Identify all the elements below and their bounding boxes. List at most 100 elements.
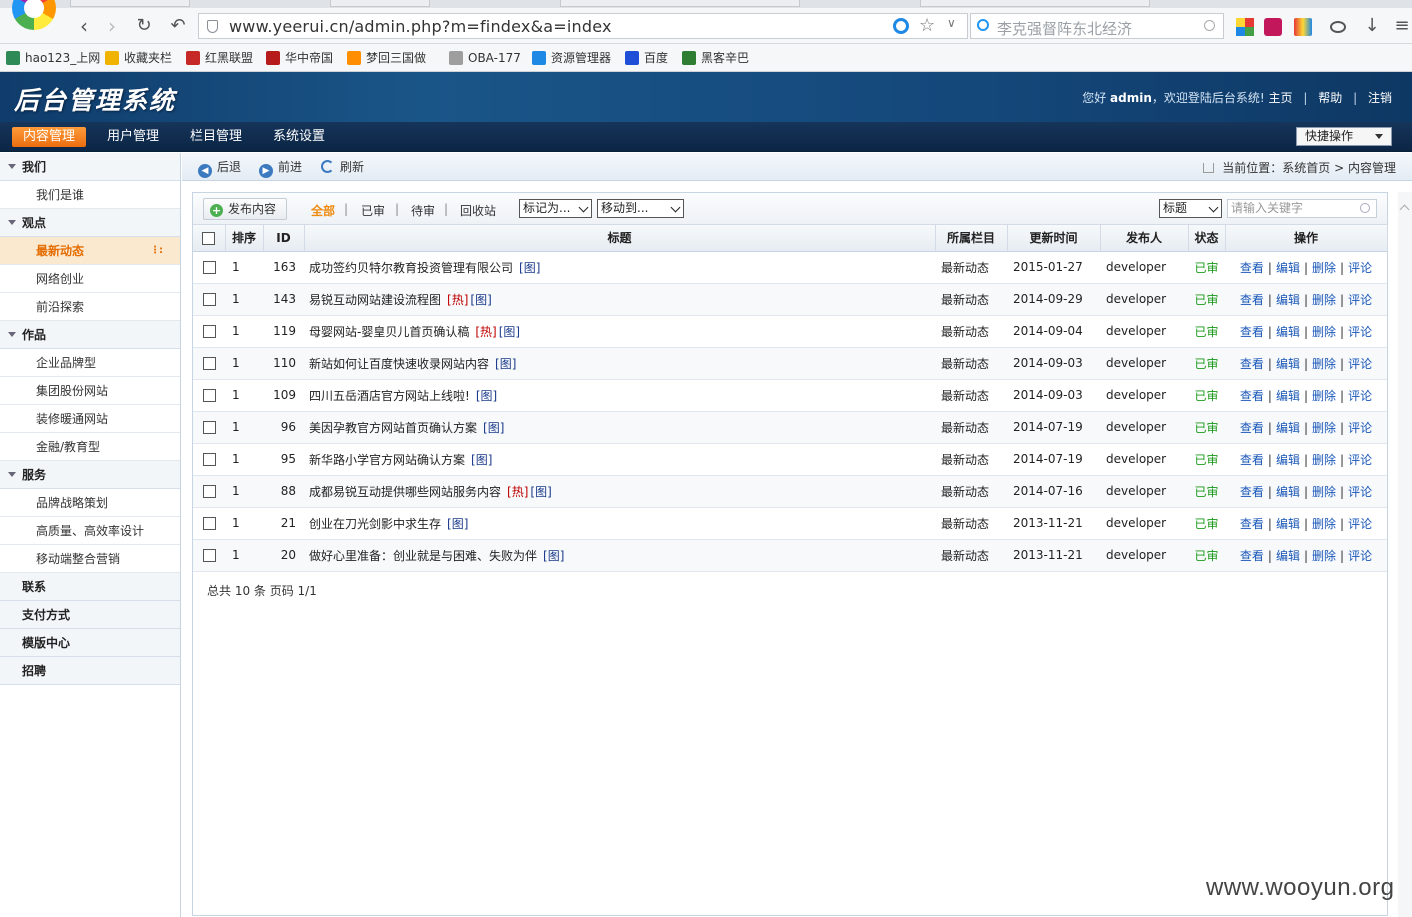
sidebar-group[interactable]: 招聘 (0, 657, 180, 685)
browser-forward-icon[interactable]: › (100, 14, 124, 38)
article-title-link[interactable]: 新站如何让百度快速收录网站内容 (309, 357, 489, 371)
edit-link[interactable]: 编辑 (1276, 325, 1300, 339)
article-title-link[interactable]: 易锐互动网站建设流程图 (309, 293, 441, 307)
article-title-link[interactable]: 创业在刀光剑影中求生存 (309, 517, 441, 531)
filter-tab-approved[interactable]: 已审 (361, 202, 385, 219)
edit-link[interactable]: 编辑 (1276, 293, 1300, 307)
image-tag[interactable]: [图] (543, 549, 564, 563)
comment-link[interactable]: 评论 (1348, 357, 1372, 371)
status-badge[interactable]: 已审 (1194, 453, 1218, 467)
row-checkbox[interactable] (202, 293, 216, 306)
browser-tab[interactable] (920, 0, 1150, 7)
article-title-link[interactable]: 新华路小学官方网站确认方案 (309, 453, 465, 467)
publish-content-button[interactable]: + 发布内容 (203, 198, 288, 220)
bookmark-item[interactable]: hao123_上网 (6, 49, 100, 67)
comment-link[interactable]: 评论 (1348, 389, 1372, 403)
image-tag[interactable]: [图] (470, 293, 491, 307)
sidebar-item[interactable]: 我们是谁 (0, 181, 180, 209)
bookmark-item[interactable]: OBA-177 (449, 49, 521, 67)
view-link[interactable]: 查看 (1240, 261, 1264, 275)
delete-link[interactable]: 删除 (1312, 549, 1336, 563)
filter-tab-pending[interactable]: 待审 (411, 202, 435, 219)
sidebar-item[interactable]: 网络创业 (0, 265, 180, 293)
column-header[interactable]: 所属栏目 (935, 225, 1008, 252)
breadcrumb-home[interactable]: 系统首页 (1282, 161, 1330, 175)
sidebar-item[interactable]: 装修暖通网站 (0, 405, 180, 433)
bookmark-item[interactable]: 收藏夹栏 (105, 49, 172, 67)
extension-icon[interactable] (1294, 18, 1312, 36)
browser-tab[interactable] (70, 0, 190, 7)
tab-column-management[interactable]: 栏目管理 (179, 127, 253, 147)
view-link[interactable]: 查看 (1240, 517, 1264, 531)
download-icon[interactable]: ↓ (1360, 14, 1384, 38)
article-title-link[interactable]: 四川五岳酒店官方网站上线啦! (309, 389, 470, 403)
column-header[interactable]: 更新时间 (1007, 225, 1101, 252)
sidebar-group[interactable]: 支付方式 (0, 601, 180, 629)
home-link[interactable]: 主页 (1269, 91, 1293, 105)
delete-link[interactable]: 删除 (1312, 453, 1336, 467)
logout-link[interactable]: 注销 (1368, 91, 1392, 105)
status-badge[interactable]: 已审 (1194, 261, 1218, 275)
edit-link[interactable]: 编辑 (1276, 421, 1300, 435)
sidebar-group[interactable]: 联系 (0, 573, 180, 601)
edit-link[interactable]: 编辑 (1276, 485, 1300, 499)
view-link[interactable]: 查看 (1240, 357, 1264, 371)
star-icon[interactable]: ☆ (919, 15, 935, 36)
bookmark-item[interactable]: 梦回三国做 (347, 49, 426, 67)
apps-icon[interactable] (1236, 18, 1254, 36)
sidebar-item[interactable]: 集团股份网站 (0, 377, 180, 405)
tab-content-management[interactable]: 内容管理 (12, 127, 87, 147)
cloud-icon[interactable] (1330, 21, 1346, 33)
image-tag[interactable]: [图] (447, 517, 468, 531)
view-link[interactable]: 查看 (1240, 549, 1264, 563)
sidebar-item[interactable]: 品牌战略策划 (0, 489, 180, 517)
forward-button[interactable]: ▶ 前进 (259, 159, 302, 178)
row-checkbox[interactable] (202, 261, 216, 274)
row-checkbox[interactable] (202, 485, 216, 498)
status-badge[interactable]: 已审 (1194, 485, 1218, 499)
row-checkbox[interactable] (202, 517, 216, 530)
delete-link[interactable]: 删除 (1312, 357, 1336, 371)
sidebar-group[interactable]: 服务 (0, 461, 180, 489)
move-to-select[interactable]: 移动到... (597, 199, 684, 218)
column-header[interactable]: 排序 (225, 225, 264, 252)
filter-tab-all[interactable]: 全部 (311, 202, 335, 219)
mark-as-select[interactable]: 标记为... (519, 199, 592, 218)
browser-undo-icon[interactable]: ↶ (166, 14, 190, 38)
status-badge[interactable]: 已审 (1194, 389, 1218, 403)
chevron-down-icon[interactable]: ∨ (947, 16, 956, 30)
status-badge[interactable]: 已审 (1194, 517, 1218, 531)
image-tag[interactable]: [图] (495, 357, 516, 371)
search-field-select[interactable]: 标题 (1159, 199, 1222, 218)
image-tag[interactable]: [图] (519, 261, 540, 275)
menu-icon[interactable]: ≡ (1390, 14, 1412, 38)
comment-link[interactable]: 评论 (1348, 453, 1372, 467)
delete-link[interactable]: 删除 (1312, 389, 1336, 403)
view-link[interactable]: 查看 (1240, 389, 1264, 403)
browser-tab[interactable] (560, 0, 800, 7)
comment-link[interactable]: 评论 (1348, 325, 1372, 339)
page-scrollbar[interactable] (1398, 192, 1412, 917)
view-link[interactable]: 查看 (1240, 485, 1264, 499)
comment-link[interactable]: 评论 (1348, 261, 1372, 275)
row-checkbox[interactable] (202, 325, 216, 338)
back-button[interactable]: ◀ 后退 (198, 159, 241, 178)
bookmark-item[interactable]: 华中帝国 (266, 49, 333, 67)
row-checkbox[interactable] (202, 357, 216, 370)
article-title-link[interactable]: 成功签约贝特尔教育投资管理有限公司 (309, 261, 513, 275)
filter-tab-recycle[interactable]: 回收站 (460, 202, 496, 219)
comment-link[interactable]: 评论 (1348, 293, 1372, 307)
browser-tab[interactable] (330, 0, 430, 7)
column-header[interactable]: 操作 (1225, 225, 1388, 252)
status-badge[interactable]: 已审 (1194, 325, 1218, 339)
refresh-button[interactable]: 刷新 (321, 159, 364, 175)
image-tag[interactable]: [图] (483, 421, 504, 435)
image-tag[interactable]: [图] (530, 485, 551, 499)
search-icon[interactable] (1360, 203, 1370, 213)
bookmark-item[interactable]: 百度 (625, 49, 668, 67)
sidebar-item[interactable]: 金融/教育型 (0, 433, 180, 461)
sidebar-group[interactable]: 我们 (0, 153, 180, 181)
image-tag[interactable]: [图] (499, 325, 520, 339)
row-checkbox[interactable] (202, 453, 216, 466)
comment-link[interactable]: 评论 (1348, 485, 1372, 499)
